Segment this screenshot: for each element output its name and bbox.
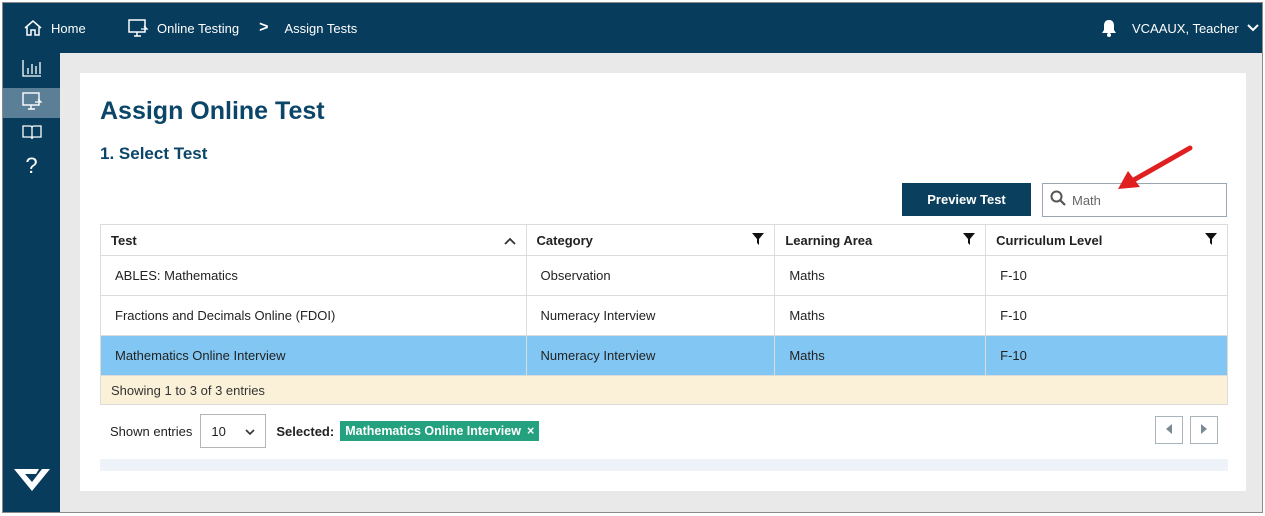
search-icon [1050,190,1066,211]
chevron-down-icon [1246,23,1259,33]
tests-table: Test Category Learning Area Curriculum L… [100,224,1228,405]
app-frame: Home Online Testing > Assign Tests VCAAU… [2,2,1263,513]
content-card: Assign Online Test 1. Select Test Previe… [80,73,1246,491]
pagination [1155,416,1218,444]
cell-test: Mathematics Online Interview [100,335,527,376]
sort-ascending-icon[interactable] [503,233,516,248]
vcaa-logo [12,465,52,500]
column-header-test[interactable]: Test [100,224,527,256]
sidebar-item-resources[interactable] [3,119,60,149]
home-link[interactable]: Home [23,3,86,53]
help-icon: ? [25,153,38,178]
entries-value: 10 [211,423,226,439]
sidebar-item-reports[interactable] [3,55,60,85]
column-header-curriculum-level[interactable]: Curriculum Level [985,224,1228,256]
home-label: Home [51,20,86,36]
user-menu[interactable]: VCAAUX, Teacher [1100,3,1259,53]
entries-select[interactable]: 10 [200,414,267,448]
sidebar-item-online-testing[interactable] [3,88,60,118]
cell-test: ABLES: Mathematics [100,255,527,296]
cell-category: Numeracy Interview [525,295,776,336]
bar-chart-icon [21,58,43,83]
monitor-icon [127,18,149,38]
breadcrumb-assign-tests: Assign Tests [284,20,358,36]
sidebar-item-help[interactable]: ? [3,151,60,181]
page-title: Assign Online Test [100,97,325,125]
bell-icon[interactable] [1100,18,1118,38]
sidebar: ? [3,53,60,512]
cell-curriculum-level: F-10 [985,295,1228,336]
next-page-button[interactable] [1190,416,1218,444]
table-row[interactable]: ABLES: Mathematics Observation Maths F-1… [100,255,1228,296]
monitor-icon [21,91,43,116]
selected-test-name: Mathematics Online Interview [345,424,521,438]
cell-curriculum-level: F-10 [985,335,1228,376]
breadcrumb-online-testing[interactable]: Online Testing [157,21,239,36]
book-icon [21,122,43,147]
cell-learning-area: Maths [774,255,987,296]
filter-icon[interactable] [752,232,765,248]
caret-right-icon [1200,423,1208,438]
user-name: VCAAUX, Teacher [1132,20,1239,36]
table-row[interactable]: Fractions and Decimals Online (FDOI) Num… [100,295,1228,336]
bottom-strip [100,459,1228,471]
annotation-arrow [1110,145,1195,200]
table-footer: Shown entries 10 Selected: Mathematics O… [100,413,1228,449]
cell-category: Numeracy Interview [525,335,776,376]
top-bar: Home Online Testing > Assign Tests VCAAU… [3,3,1262,53]
chevron-down-icon [245,424,255,439]
cell-curriculum-level: F-10 [985,255,1228,296]
previous-page-button[interactable] [1155,416,1183,444]
selected-test-chip: Mathematics Online Interview × [340,421,540,441]
filter-icon[interactable] [1205,232,1217,248]
breadcrumb: Online Testing > Assign Tests [127,3,357,53]
column-header-learning-area[interactable]: Learning Area [774,224,987,256]
close-icon[interactable]: × [527,424,534,438]
chevron-right-icon: > [259,19,269,36]
home-icon [23,19,43,37]
preview-test-button[interactable]: Preview Test [902,183,1031,216]
caret-left-icon [1165,423,1173,438]
selected-label: Selected: [276,423,335,439]
column-header-category[interactable]: Category [525,224,776,256]
table-header-row: Test Category Learning Area Curriculum L… [100,224,1228,256]
table-info-row: Showing 1 to 3 of 3 entries [100,375,1228,405]
entries-info: Showing 1 to 3 of 3 entries [100,375,1228,405]
filter-icon[interactable] [963,232,976,248]
table-row-selected[interactable]: Mathematics Online Interview Numeracy In… [100,335,1228,376]
cell-learning-area: Maths [774,335,987,376]
cell-learning-area: Maths [774,295,987,336]
cell-test: Fractions and Decimals Online (FDOI) [100,295,527,336]
step-title: 1. Select Test [100,144,208,163]
cell-category: Observation [525,255,776,296]
shown-entries-label: Shown entries [110,423,193,439]
